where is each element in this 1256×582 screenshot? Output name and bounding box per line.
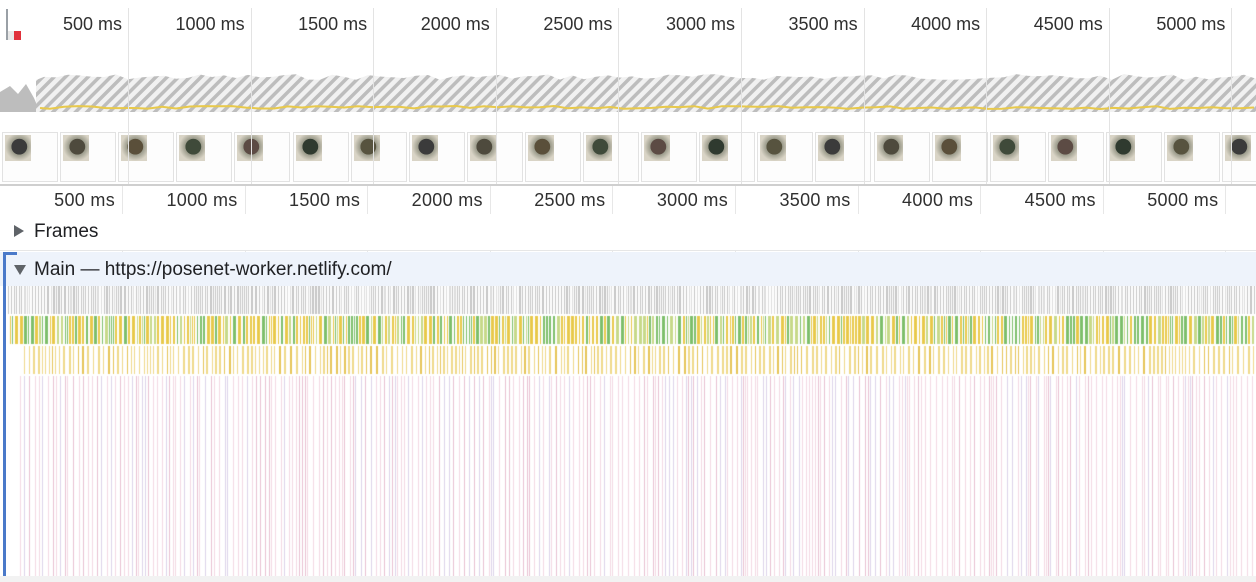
- timeline-overview[interactable]: 500 ms 1000 ms 1500 ms 2000 ms 2500 ms 3000 m…: [0, 0, 1256, 186]
- ruler-tick-label: 3000 ms: [656, 190, 728, 210]
- overview-gridline: [373, 8, 375, 184]
- screenshot-thumbnail[interactable]: [1105, 132, 1162, 182]
- screenshot-thumbnail[interactable]: [931, 132, 988, 182]
- main-thread-flame-chart[interactable]: [6, 286, 1256, 582]
- long-task-marker: [6, 9, 21, 40]
- ruler-tick-label: 1000 ms: [166, 190, 238, 210]
- screenshot-thumbnail[interactable]: [989, 132, 1046, 182]
- overview-tick-label: 3500 ms: [788, 14, 858, 34]
- main-time-ruler: 500 ms 1000 ms 1500 ms 2000 ms 2500 ms 3000 m…: [0, 186, 1256, 214]
- overview-gridline: [618, 8, 620, 184]
- overview-tick-label: 5000 ms: [1156, 14, 1226, 34]
- performance-panel: { "overview": { "ticks": ["500 ms", "100…: [0, 0, 1256, 582]
- overview-tick-label: 1000 ms: [175, 14, 245, 34]
- ruler-tick-label: 3500 ms: [779, 190, 851, 210]
- frames-track-header[interactable]: Frames: [0, 214, 1256, 251]
- overview-gridline: [863, 8, 865, 184]
- overview-gridline: [128, 8, 129, 184]
- screenshot-thumbnail[interactable]: [873, 132, 930, 182]
- screenshot-thumbnail[interactable]: [583, 132, 639, 182]
- screenshot-thumbnail[interactable]: [466, 132, 523, 182]
- screenshot-thumbnail[interactable]: [292, 132, 349, 182]
- ruler-tick-label: 500 ms: [54, 190, 115, 210]
- ruler-tick-label: 5000 ms: [1147, 190, 1219, 210]
- overview-gridline: [1231, 8, 1233, 184]
- frames-track-label: Frames: [34, 221, 99, 242]
- horizontal-scrollbar[interactable]: [0, 576, 1256, 582]
- overview-tick-label: 1500 ms: [298, 14, 368, 34]
- cpu-activity-chart: [0, 74, 1256, 112]
- screenshot-thumbnail[interactable]: [350, 132, 407, 182]
- overview-tick-label: 2500 ms: [543, 14, 613, 34]
- overview-tick-label: 3000 ms: [665, 14, 735, 34]
- overview-gridline: [495, 8, 497, 184]
- ruler-tick-label: 2000 ms: [411, 190, 483, 210]
- screenshot-thumbnail[interactable]: [176, 132, 233, 182]
- overview-gridline: [1108, 8, 1110, 184]
- main-track-label: Main — https://posenet-worker.netlify.co…: [34, 259, 392, 280]
- overview-gridline: [250, 8, 252, 184]
- overview-gridline: [741, 8, 742, 184]
- main-track-header[interactable]: Main — https://posenet-worker.netlify.co…: [0, 252, 1256, 286]
- screenshot-thumbnail[interactable]: [234, 132, 291, 182]
- screenshot-filmstrip[interactable]: [0, 132, 1256, 184]
- ruler-tick-label: 1500 ms: [289, 190, 361, 210]
- screenshot-thumbnail[interactable]: [1164, 132, 1220, 182]
- screenshot-thumbnail[interactable]: [118, 132, 175, 182]
- overview-tick-label: 500 ms: [62, 14, 122, 34]
- screenshot-thumbnail[interactable]: [1222, 132, 1256, 182]
- overview-tick-label: 4000 ms: [911, 14, 981, 34]
- overview-gridline: [986, 8, 988, 184]
- screenshot-thumbnail[interactable]: [641, 132, 698, 182]
- screenshot-thumbnail[interactable]: [408, 132, 465, 182]
- overview-tick-label: 4500 ms: [1033, 14, 1103, 34]
- collapse-triangle-icon[interactable]: [14, 265, 26, 275]
- screenshot-thumbnail[interactable]: [60, 132, 117, 182]
- ruler-tick-label: 4500 ms: [1024, 190, 1096, 210]
- expand-triangle-icon[interactable]: [14, 225, 24, 237]
- screenshot-thumbnail[interactable]: [524, 132, 581, 182]
- overview-tick-label: 2000 ms: [420, 14, 490, 34]
- screenshot-thumbnail[interactable]: [1047, 132, 1104, 182]
- overview-time-ruler: 500 ms 1000 ms 1500 ms 2000 ms 2500 ms 3000 m…: [0, 8, 1256, 38]
- ruler-tick-label: 2500 ms: [534, 190, 606, 210]
- ruler-tick-label: 4000 ms: [902, 190, 974, 210]
- screenshot-thumbnail[interactable]: [699, 132, 756, 182]
- screenshot-thumbnail[interactable]: [2, 132, 58, 182]
- screenshot-thumbnail[interactable]: [757, 132, 814, 182]
- flame-chart-canvas[interactable]: [6, 286, 1256, 576]
